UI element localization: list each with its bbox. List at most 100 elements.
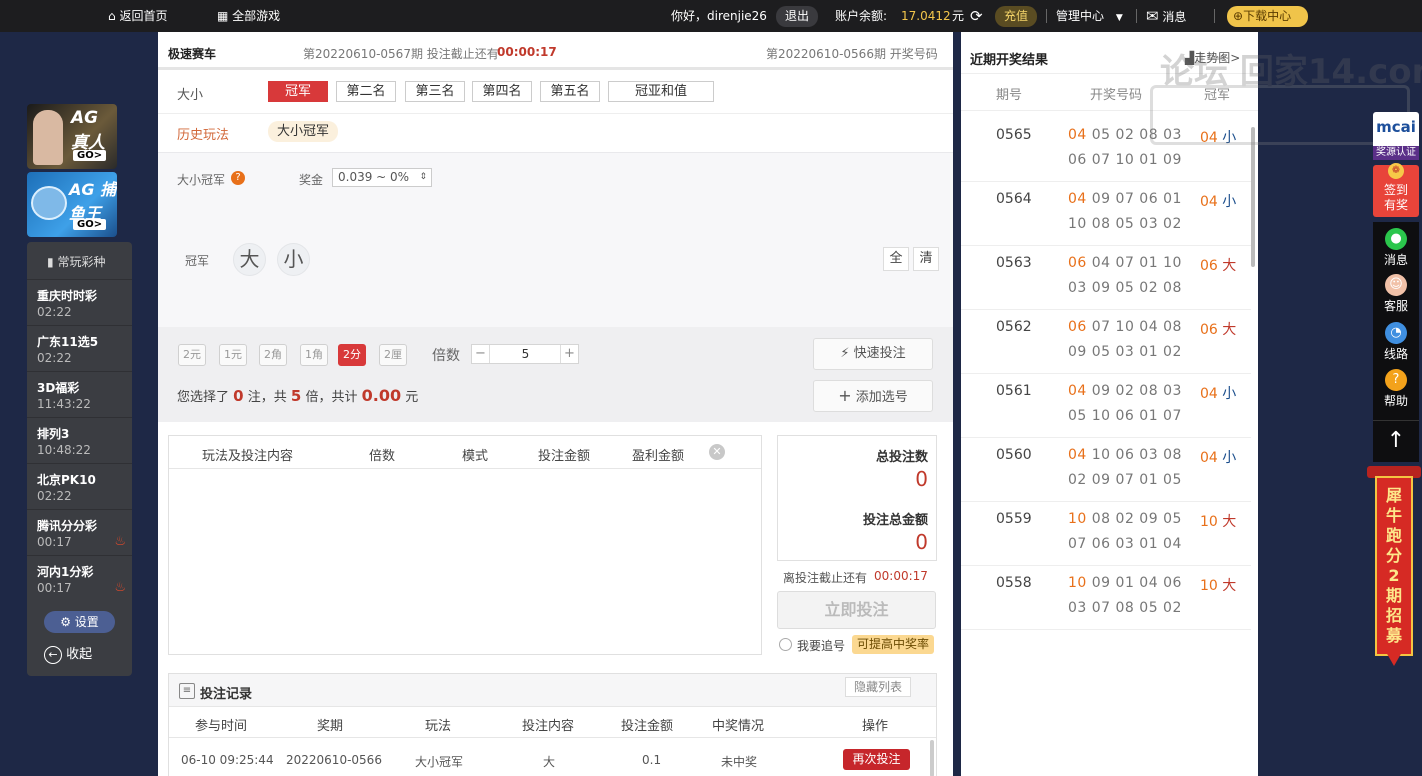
ag-live-banner[interactable]: AG 真人 GO>	[27, 104, 117, 169]
current-issue: 第20220610-0567期 投注截止还有	[303, 47, 499, 61]
champion-number: 10	[1200, 514, 1218, 530]
result-issue: 0565	[996, 127, 1032, 143]
gift-icon: ❁	[1388, 163, 1404, 179]
champion-number: 10	[1200, 578, 1218, 594]
ag-fish-banner[interactable]: AG 捕鱼王 GO>	[27, 172, 117, 237]
divider	[1046, 9, 1047, 23]
chase-label: 我要追号	[797, 639, 846, 653]
favorite-lotteries-sidebar: ▮ 常玩彩种 ⚙ 设置 ← 收起 重庆时时彩 02:22 广东11选5 02:22 3D…	[27, 242, 132, 676]
result-numbers-line2: 05 10 06 01 07	[1068, 408, 1182, 424]
tab-position[interactable]: 冠军	[268, 81, 328, 102]
signin-reward-button[interactable]: ❁ 签到有奖	[1373, 163, 1419, 217]
game-header: 极速赛车 第20220610-0567期 投注截止还有 00:00:17 第20…	[158, 32, 953, 70]
other-numbers: 07 10 04 08	[1086, 319, 1182, 335]
tab-position[interactable]: 第四名	[472, 81, 532, 102]
download-center-button[interactable]: ⊕下载中心	[1227, 6, 1308, 27]
manage-center-menu[interactable]: 管理中心 ▼	[1056, 0, 1123, 32]
tab-position[interactable]: 第三名	[405, 81, 465, 102]
bookmark-icon: ▮	[47, 255, 54, 269]
result-row: 0559 10 08 02 09 05 07 06 03 01 04 10 大	[961, 502, 1251, 566]
champion-number: 06	[1200, 258, 1218, 274]
result-numbers-line2: 07 06 03 01 04	[1068, 536, 1182, 552]
total-amount-label: 投注总金额	[862, 513, 928, 528]
gear-icon: ⚙	[60, 615, 71, 629]
plus-icon: +	[838, 386, 852, 405]
record-play: 大小冠军	[415, 755, 464, 769]
logout-button[interactable]: 退出	[776, 6, 819, 27]
lottery-item[interactable]: 腾讯分分彩 00:17 ♨	[27, 509, 132, 555]
settings-button[interactable]: ⚙ 设置	[44, 611, 115, 633]
lottery-countdown: 00:17	[37, 581, 72, 595]
chase-tip-badge: 可提高中奖率	[852, 635, 935, 654]
chase-radio[interactable]	[779, 638, 792, 651]
result-numbers-line1: 10 09 01 04 06	[1068, 575, 1182, 591]
clear-cart-icon[interactable]: ✕	[709, 444, 725, 460]
hide-list-button[interactable]: 隐藏列表	[845, 677, 911, 697]
customer-service-button[interactable]: ☺ 客服	[1373, 270, 1419, 314]
multiplier-stepper[interactable]: − 5 +	[471, 344, 579, 364]
big-ball[interactable]: 大	[233, 243, 266, 276]
tab-position[interactable]: 冠亚和值	[608, 81, 714, 102]
help-icon[interactable]: ?	[231, 171, 245, 185]
small-ball[interactable]: 小	[277, 243, 310, 276]
balance-value: 17.0412	[901, 9, 951, 23]
route-button[interactable]: ◔ 线路	[1373, 318, 1419, 362]
lottery-item[interactable]: 北京PK10 02:22	[27, 463, 132, 509]
col-numbers: 开奖号码	[1090, 88, 1143, 103]
chart-icon: ▟	[1185, 51, 1195, 65]
message-button[interactable]: ● 消息	[1373, 224, 1419, 268]
trend-chart-link[interactable]: ▟走势图>	[1185, 49, 1240, 66]
lottery-item[interactable]: 排列3 10:48:22	[27, 417, 132, 463]
money-mode-button[interactable]: 2厘	[379, 344, 407, 366]
tab-position[interactable]: 第五名	[540, 81, 600, 102]
spinner-icon: ⇕	[419, 172, 427, 182]
records-scrollbar[interactable]	[930, 740, 934, 776]
tab-position[interactable]: 第二名	[336, 81, 396, 102]
refresh-icon[interactable]: ⟳	[970, 0, 983, 32]
money-mode-button[interactable]: 1角	[300, 344, 328, 366]
multiplier-input[interactable]: 5	[491, 345, 560, 363]
home-link[interactable]: ⌂ 返回首页	[108, 0, 167, 32]
lottery-item[interactable]: 河内1分彩 00:17 ♨	[27, 555, 132, 601]
promo-banner[interactable]: 犀牛跑分2期招募	[1367, 466, 1421, 666]
lightning-icon: ⚡	[840, 346, 850, 361]
go-label: GO>	[73, 219, 107, 230]
clear-button[interactable]: 清	[913, 247, 939, 271]
chat-icon: ●	[1385, 228, 1407, 250]
prize-select[interactable]: 0.039 ~ 0% ⇕	[332, 168, 432, 187]
other-numbers: 08 02 09 05	[1086, 511, 1182, 527]
messages-link[interactable]: ✉ 消息	[1146, 0, 1186, 32]
plus-button[interactable]: +	[560, 345, 578, 363]
results-scrollbar[interactable]	[1251, 127, 1255, 267]
quick-bet-button[interactable]: ⚡ 快速投注	[813, 338, 933, 370]
money-mode-button[interactable]: 2元	[178, 344, 206, 366]
service-avatar-icon: ☺	[1385, 274, 1407, 296]
cart-header: 玩法及投注内容 倍数 模式 投注金额 盈利金额 ✕	[169, 436, 761, 469]
collapse-button[interactable]: ← 收起	[44, 643, 92, 664]
lottery-name: 北京PK10	[37, 473, 96, 487]
lottery-item[interactable]: 3D福彩 11:43:22	[27, 371, 132, 417]
money-mode-button[interactable]: 1元	[219, 344, 247, 366]
add-number-button[interactable]: + 添加选号	[813, 380, 933, 412]
submit-bet-button[interactable]: 立即投注	[777, 591, 936, 629]
all-games-link[interactable]: ▦ 全部游戏	[217, 0, 280, 32]
minus-button[interactable]: −	[472, 345, 490, 363]
lottery-item[interactable]: 广东11选5 02:22	[27, 325, 132, 371]
help-button[interactable]: ? 帮助	[1373, 365, 1419, 409]
champion-size: 大	[1222, 514, 1237, 530]
result-row: 0563 06 04 07 01 10 03 09 05 02 08 06 大	[961, 246, 1251, 310]
divider	[1136, 9, 1137, 23]
back-to-top-button[interactable]: ↑	[1373, 420, 1419, 460]
history-tag[interactable]: 大小冠军	[268, 121, 339, 142]
champion-size: 大	[1222, 578, 1237, 594]
rebet-button[interactable]: 再次投注	[843, 749, 910, 770]
recharge-button[interactable]: 充值	[995, 6, 1038, 27]
money-mode-button[interactable]: 2分	[338, 344, 366, 366]
main-panel: 极速赛车 第20220610-0567期 投注截止还有 00:00:17 第20…	[158, 32, 953, 776]
records-title-bar: ≡ 投注记录 隐藏列表	[169, 674, 936, 707]
result-issue: 0560	[996, 447, 1032, 463]
result-numbers-line2: 02 09 07 01 05	[1068, 472, 1182, 488]
money-mode-button[interactable]: 2角	[259, 344, 287, 366]
select-all-button[interactable]: 全	[883, 247, 909, 271]
lottery-item[interactable]: 重庆时时彩 02:22	[27, 279, 132, 325]
